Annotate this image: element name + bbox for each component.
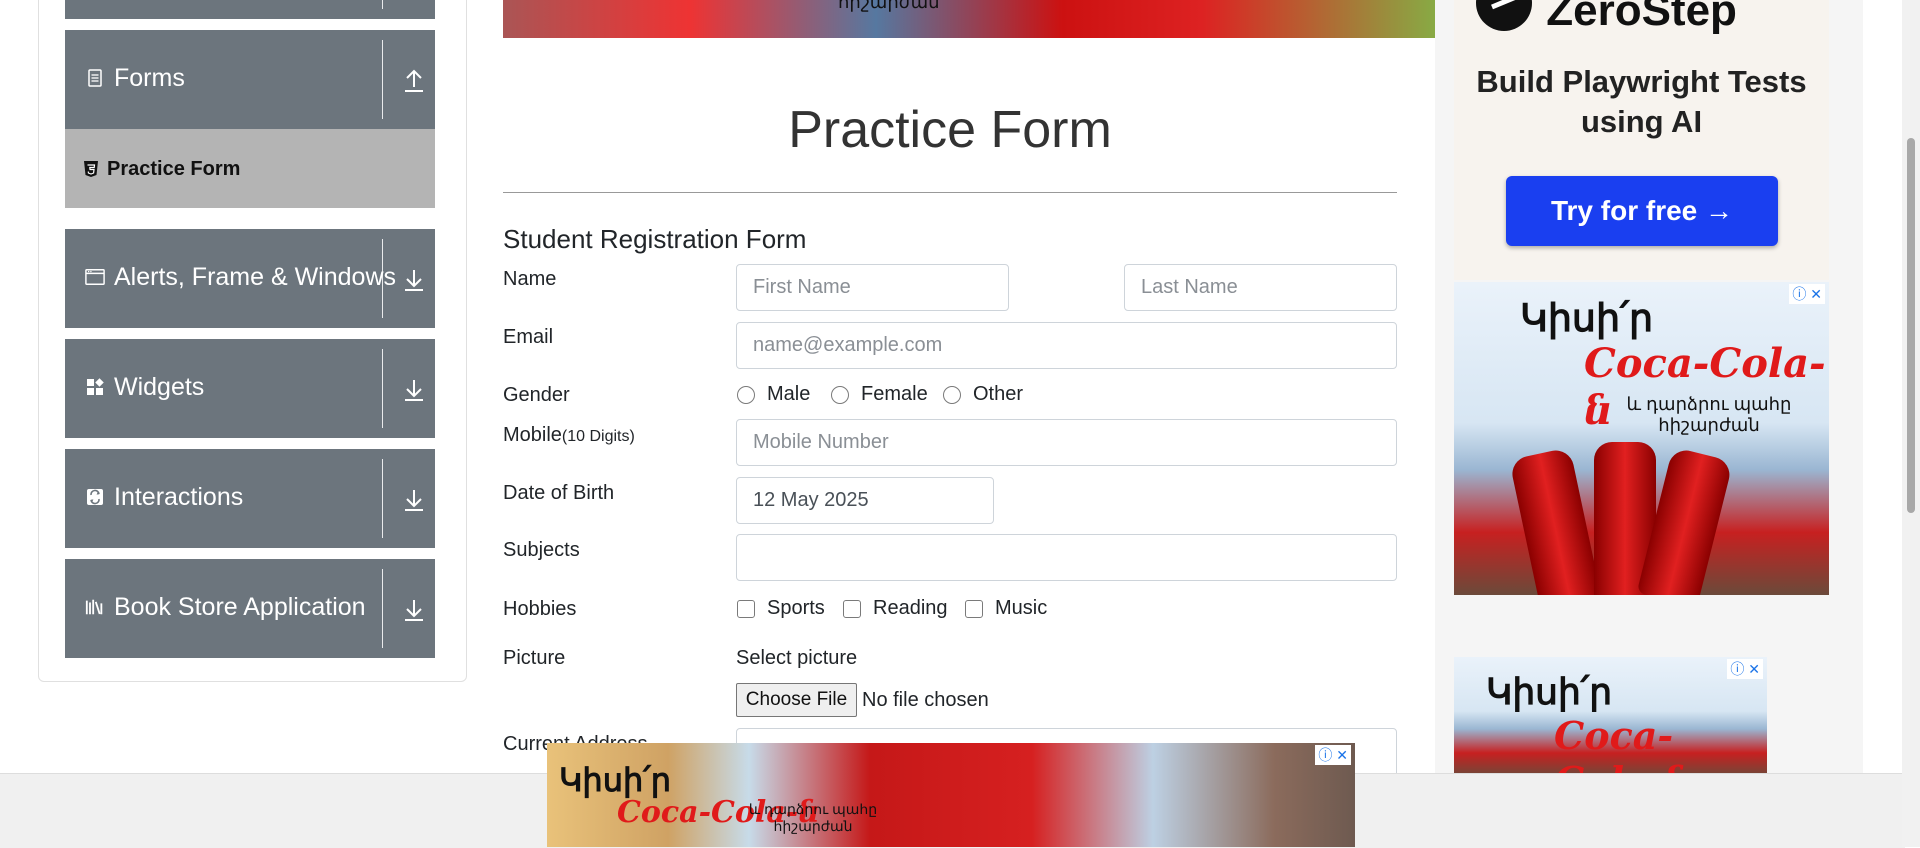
- hobbies-label: Hobbies: [503, 598, 577, 620]
- sidebar-group-forms[interactable]: Forms: [65, 30, 435, 129]
- mobile-label-text: Mobile: [503, 424, 562, 446]
- books-icon: [85, 596, 105, 618]
- try-for-free-button[interactable]: Try for free →: [1506, 176, 1778, 246]
- coke-ad-headline: Կիսի՛ր: [1486, 671, 1613, 712]
- gender-option-female[interactable]: Female: [831, 383, 928, 406]
- scrollbar-thumb[interactable]: [1907, 138, 1915, 513]
- collapse-arrow-icon[interactable]: [403, 67, 425, 93]
- widgets-icon: [85, 376, 105, 398]
- sidebar-group-interactions[interactable]: Interactions: [65, 449, 435, 548]
- ad-close-icon[interactable]: ⓘ ✕: [1789, 284, 1825, 304]
- checkbox[interactable]: [965, 599, 983, 618]
- interactions-icon: [85, 486, 105, 508]
- sidebar-group-label: Book Store Application: [114, 593, 366, 621]
- title-divider: [503, 192, 1397, 193]
- zerostep-logo: ZeroStep: [1474, 0, 1737, 36]
- coke-ad-secondary[interactable]: ⓘ ✕ Կիսի՛ր Coca-Cola-ն: [1454, 657, 1767, 777]
- coke-ad[interactable]: ⓘ ✕ Կիսի՛ր Coca-Cola-ն և դարձրու պահը հի…: [1454, 282, 1829, 595]
- sidebar-group-alerts[interactable]: Alerts, Frame & Windows: [65, 229, 435, 328]
- window-icon: [85, 266, 105, 288]
- ad-close-icon[interactable]: ⓘ ✕: [1727, 659, 1763, 679]
- hobby-option-sports[interactable]: Sports: [737, 597, 825, 620]
- top-banner-ad[interactable]: հիշարժան: [503, 0, 1435, 38]
- group-separator: [382, 239, 383, 318]
- sidebar-item-label: Practice Form: [107, 158, 241, 180]
- hobby-option-label: Sports: [767, 597, 825, 619]
- expand-arrow-icon[interactable]: [403, 266, 425, 292]
- ad-close-icon[interactable]: ⓘ ✕: [1315, 745, 1351, 765]
- gender-option-label: Other: [973, 383, 1024, 405]
- sidebar-group-widgets[interactable]: Widgets: [65, 339, 435, 438]
- sidebar-group-label: Alerts, Frame & Windows: [114, 263, 397, 291]
- last-name-input[interactable]: [1124, 264, 1397, 311]
- sidebar-group-label: Forms: [114, 64, 185, 92]
- sidebar-group-bookstore[interactable]: Book Store Application: [65, 559, 435, 658]
- radio-button[interactable]: [831, 385, 849, 404]
- dob-label: Date of Birth: [503, 482, 615, 504]
- page-scrollbar[interactable]: [1902, 0, 1920, 847]
- group-separator: [382, 0, 383, 9]
- zerostep-logo-text: ZeroStep: [1546, 0, 1737, 35]
- file-status: No file chosen: [862, 689, 989, 711]
- choose-file-button[interactable]: Choose File: [736, 683, 857, 717]
- hobby-option-label: Music: [995, 597, 1048, 619]
- bottom-banner-ad[interactable]: ⓘ ✕ Կիսի՛ր Coca-Cola-ն և դարձրու պահը հի…: [547, 743, 1355, 847]
- subjects-input[interactable]: [736, 534, 1397, 581]
- hobby-option-reading[interactable]: Reading: [843, 597, 948, 620]
- expand-arrow-icon[interactable]: [403, 486, 425, 512]
- sidebar-group-elements[interactable]: [65, 0, 435, 19]
- mobile-input[interactable]: [736, 419, 1397, 466]
- first-name-input[interactable]: [736, 264, 1009, 311]
- zerostep-title: Build Playwright Tests using AI: [1476, 64, 1807, 139]
- document-icon: [85, 67, 105, 89]
- coke-ad-tagline: և դարձրու պահը հիշարժան: [748, 801, 878, 834]
- checkbox[interactable]: [737, 599, 755, 618]
- subjects-label: Subjects: [503, 539, 580, 561]
- coke-ad-brand: Coca-Cola-ն: [1554, 713, 1692, 777]
- expand-arrow-icon[interactable]: [403, 596, 425, 622]
- email-label: Email: [503, 326, 554, 348]
- radio-button[interactable]: [737, 385, 755, 404]
- form-heading: Student Registration Form: [503, 224, 807, 254]
- group-separator: [382, 569, 383, 648]
- picture-label: Picture: [503, 647, 566, 669]
- mobile-label: Mobile(10 Digits): [503, 424, 635, 447]
- group-separator: [382, 40, 383, 119]
- dob-input[interactable]: [736, 477, 994, 524]
- name-label: Name: [503, 268, 557, 290]
- gender-option-male[interactable]: Male: [737, 383, 810, 406]
- gender-option-label: Female: [861, 383, 928, 405]
- group-separator: [382, 459, 383, 538]
- sidebar-item-practice-form[interactable]: Practice Form: [65, 129, 435, 208]
- hobby-option-label: Reading: [873, 597, 948, 619]
- mobile-hint: (10 Digits): [561, 428, 635, 445]
- expand-arrow-icon[interactable]: [403, 376, 425, 402]
- banner-ad-text: հիշարժան: [838, 0, 940, 12]
- group-separator: [382, 349, 383, 428]
- gender-option-other[interactable]: Other: [943, 383, 1023, 406]
- coke-ad-headline: Կիսի՛ր: [559, 762, 672, 798]
- page-title: Practice Form: [788, 101, 1112, 159]
- checkbox[interactable]: [843, 599, 861, 618]
- email-input[interactable]: [736, 322, 1397, 369]
- sidebar-group-label: Widgets: [114, 373, 205, 401]
- gender-option-label: Male: [767, 383, 811, 405]
- zerostep-ad[interactable]: ZeroStep Build Playwright Tests using AI…: [1454, 0, 1829, 280]
- gender-label: Gender: [503, 384, 570, 406]
- html5-icon: [83, 160, 99, 178]
- picture-caption: Select picture: [736, 647, 858, 669]
- hobby-option-music[interactable]: Music: [965, 597, 1047, 620]
- coke-ad-headline: Կիսի՛ր: [1520, 298, 1654, 340]
- coke-ad-tagline: և դարձրու պահը հիշարժան: [1626, 394, 1792, 435]
- bottle-image: [1509, 447, 1601, 595]
- radio-button[interactable]: [943, 385, 961, 404]
- sidebar-group-label: Interactions: [114, 483, 244, 511]
